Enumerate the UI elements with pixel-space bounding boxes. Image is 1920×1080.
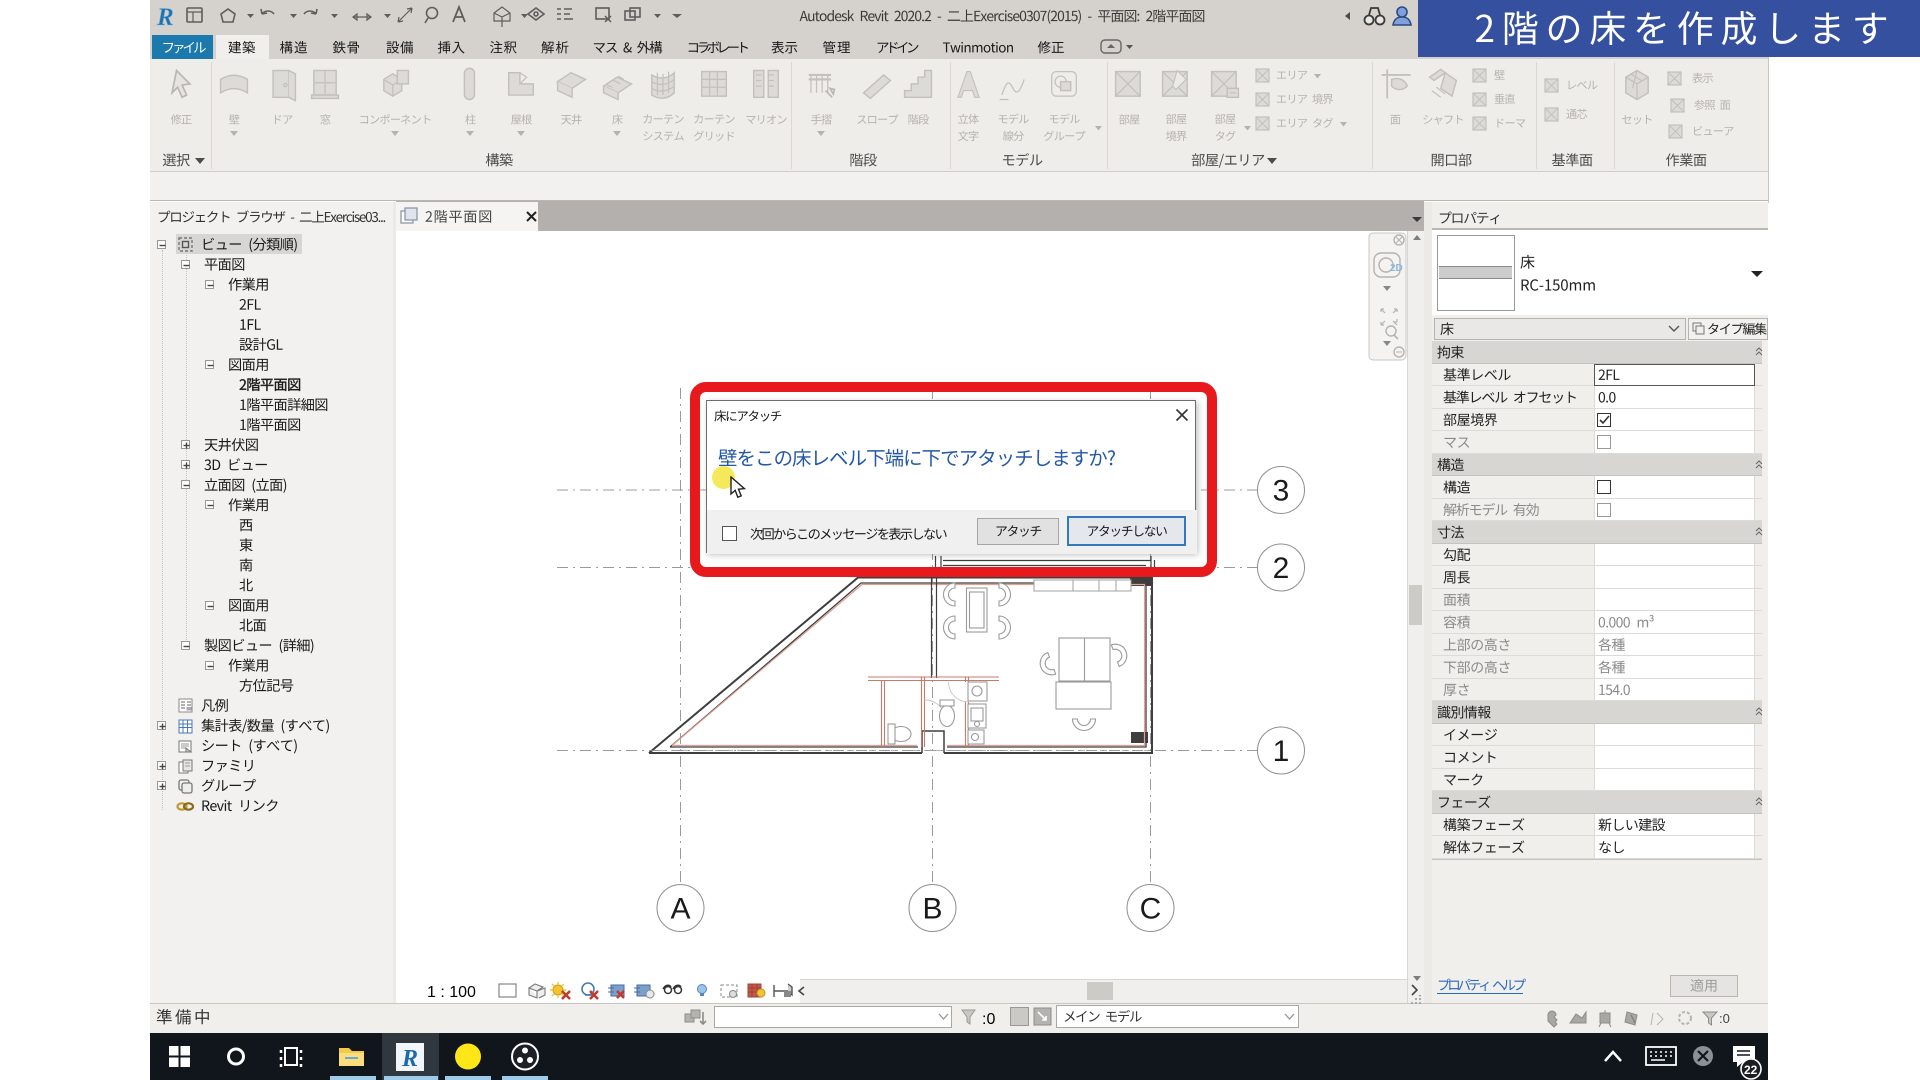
- svg-text:2D: 2D: [1390, 263, 1403, 274]
- svg-text:C: C: [1140, 893, 1162, 926]
- svg-text::0: :0: [1719, 1011, 1730, 1026]
- svg-text:1: 1: [1273, 735, 1290, 768]
- svg-text:22: 22: [1744, 1063, 1758, 1077]
- svg-text:2: 2: [1273, 552, 1290, 585]
- svg-text:3: 3: [1273, 475, 1290, 508]
- svg-text:A: A: [670, 893, 690, 926]
- svg-text:B: B: [922, 893, 942, 926]
- svg-text:R: R: [401, 1046, 418, 1072]
- svg-text:R: R: [156, 4, 174, 30]
